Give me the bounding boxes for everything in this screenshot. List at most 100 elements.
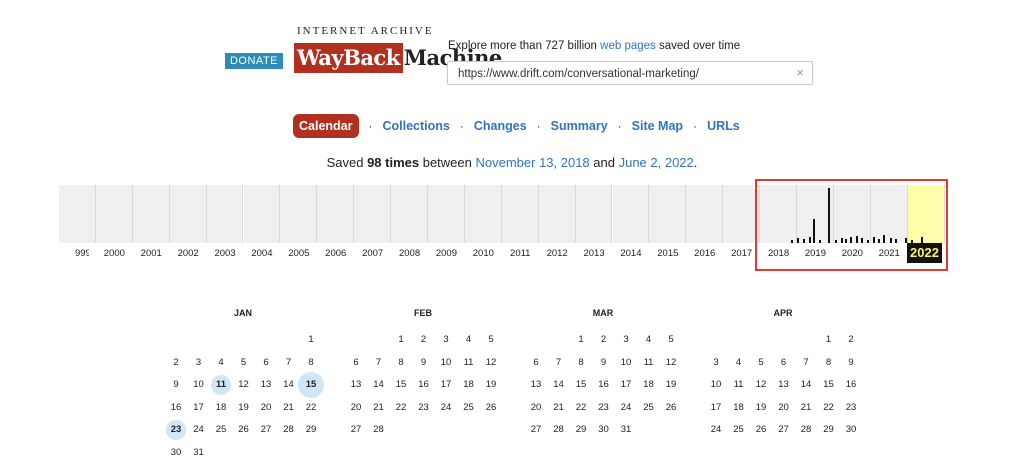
year-column[interactable] [391,185,428,243]
year-column[interactable] [354,185,392,243]
calendar-day: 19 [755,401,767,413]
year-label-2015[interactable]: 2015 [652,248,684,259]
calendar-day: 8 [825,356,832,368]
calendar-day: 22 [305,401,317,413]
year-label-2004[interactable]: 2004 [246,248,278,259]
highlight-box [755,179,948,271]
year-column[interactable] [649,185,687,243]
saved-between: between [419,155,476,170]
year-column[interactable] [501,185,539,243]
calendar-day: 21 [283,401,294,413]
month-title: JAN [233,308,252,318]
calendar-day: 8 [578,356,584,368]
year-label-2017[interactable]: 2017 [726,248,758,259]
year-column[interactable] [464,185,502,243]
tab-summary[interactable]: Summary [551,119,608,133]
calendar-day: 6 [263,356,269,368]
year-label-2012[interactable]: 2012 [541,248,573,259]
year-label-2010[interactable]: 2010 [467,248,499,259]
calendar-day: 28 [373,424,384,435]
calendar-day: 3 [443,334,449,345]
calendar-day: 22 [395,401,407,413]
tagline-suffix: saved over time [655,40,741,52]
tab-calendar[interactable]: Calendar [293,114,359,138]
year-label-2006[interactable]: 2006 [320,248,352,259]
logo-wayback-part: WayBack [294,43,403,73]
year-label-999[interactable]: 999 [75,248,89,259]
calendar-day: 22 [575,401,587,413]
year-column[interactable] [243,185,281,243]
year-column[interactable] [686,185,724,243]
year-column[interactable] [317,185,355,243]
calendar-day: 31 [193,446,204,458]
month-title: APR [773,308,793,318]
nav-separator: · [368,119,373,133]
year-label-2011[interactable]: 2011 [504,248,536,259]
calendar-day-snapshot[interactable]: 15 [298,372,324,398]
calendar-day: 19 [665,379,677,390]
calendar-day: 15 [823,379,834,390]
tab-collections[interactable]: Collections [383,119,450,133]
year-column[interactable] [575,185,613,243]
year-column[interactable] [612,185,650,243]
calendar-day: 6 [353,356,359,368]
donate-button[interactable]: DONATE [225,53,283,69]
nav-separator: · [617,119,622,133]
calendar-day: 27 [778,424,789,435]
calendar-day: 1 [578,334,584,345]
year-column[interactable] [280,185,318,243]
year-column[interactable] [538,185,576,243]
web-pages-link[interactable]: web pages [600,40,656,52]
url-input[interactable] [456,62,790,86]
year-label-2000[interactable]: 2000 [98,248,130,259]
calendar-day: 24 [440,401,452,413]
calendar-day: 12 [485,356,497,368]
year-label-2014[interactable]: 2014 [615,248,647,259]
calendar-day: 28 [800,424,812,435]
calendar-day-snapshot[interactable]: 23 [166,420,186,440]
calendar-day: 30 [170,446,182,458]
year-column[interactable] [59,185,96,243]
year-column[interactable] [428,185,465,243]
last-capture-link[interactable]: June 2, 2022 [619,155,694,170]
calendar-day: 13 [350,379,362,390]
calendar-day: 26 [485,401,497,413]
saved-and: and [589,155,619,170]
year-label-2009[interactable]: 2009 [430,248,462,259]
tab-urls[interactable]: URLs [707,119,740,133]
year-column[interactable] [169,185,207,243]
tab-site-map[interactable]: Site Map [632,119,683,133]
calendar-day: 18 [463,379,474,390]
calendar-day: 5 [240,356,247,368]
calendar-day: 16 [418,379,429,390]
calendar-day: 20 [260,401,272,413]
calendar-day: 28 [283,424,294,435]
calendar-day: 5 [758,356,764,368]
year-column[interactable] [206,185,244,243]
calendar-day: 16 [598,379,609,390]
calendar-day: 10 [193,379,204,390]
year-label-2013[interactable]: 2013 [578,248,610,259]
year-label-2002[interactable]: 2002 [172,248,204,259]
year-label-2003[interactable]: 2003 [209,248,241,259]
calendar-day: 5 [668,334,674,345]
year-column[interactable] [95,185,133,243]
year-label-2001[interactable]: 2001 [135,248,167,259]
year-label-2008[interactable]: 2008 [394,248,426,259]
calendar-day-snapshot[interactable]: 11 [211,375,231,395]
calendar-day: 4 [218,356,224,368]
calendar-day: 25 [215,424,227,435]
year-label-2016[interactable]: 2016 [689,248,721,259]
first-capture-link[interactable]: November 13, 2018 [475,155,589,170]
tab-changes[interactable]: Changes [474,119,527,133]
nav-separator: · [693,119,698,133]
calendar-day: 2 [173,356,179,368]
calendar-day: 7 [555,356,562,368]
calendar-day: 17 [193,401,204,413]
year-label-2005[interactable]: 2005 [283,248,315,259]
calendar-day: 21 [800,401,812,413]
calendar-day: 14 [283,379,294,390]
year-label-2007[interactable]: 2007 [357,248,389,259]
year-column[interactable] [132,185,170,243]
clear-icon[interactable]: × [796,65,804,80]
